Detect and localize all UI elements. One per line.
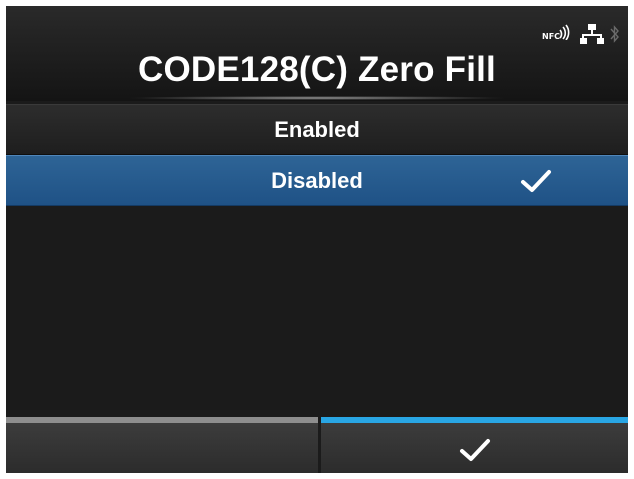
page-title: CODE128(C) Zero Fill bbox=[138, 50, 496, 89]
title-underline-glow bbox=[126, 96, 508, 100]
left-softkey[interactable] bbox=[6, 417, 318, 473]
status-bar: NFC bbox=[542, 22, 620, 46]
option-enabled[interactable]: Enabled bbox=[6, 104, 628, 155]
header: NFC CODE128(C) Zero Fill bbox=[6, 6, 628, 101]
checkmark-icon bbox=[460, 439, 490, 461]
option-label: Enabled bbox=[274, 117, 360, 142]
nfc-icon: NFC bbox=[542, 24, 574, 44]
option-disabled[interactable]: Disabled bbox=[6, 155, 628, 206]
bluetooth-icon bbox=[610, 24, 620, 44]
checkmark-icon bbox=[521, 170, 551, 192]
empty-list-area bbox=[6, 206, 628, 417]
lan-network-icon bbox=[580, 24, 604, 44]
option-label: Disabled bbox=[271, 168, 363, 193]
confirm-softkey[interactable] bbox=[321, 417, 628, 473]
device-screen: NFC CODE128(C) Zero Fill Enabled Disable… bbox=[6, 6, 628, 473]
